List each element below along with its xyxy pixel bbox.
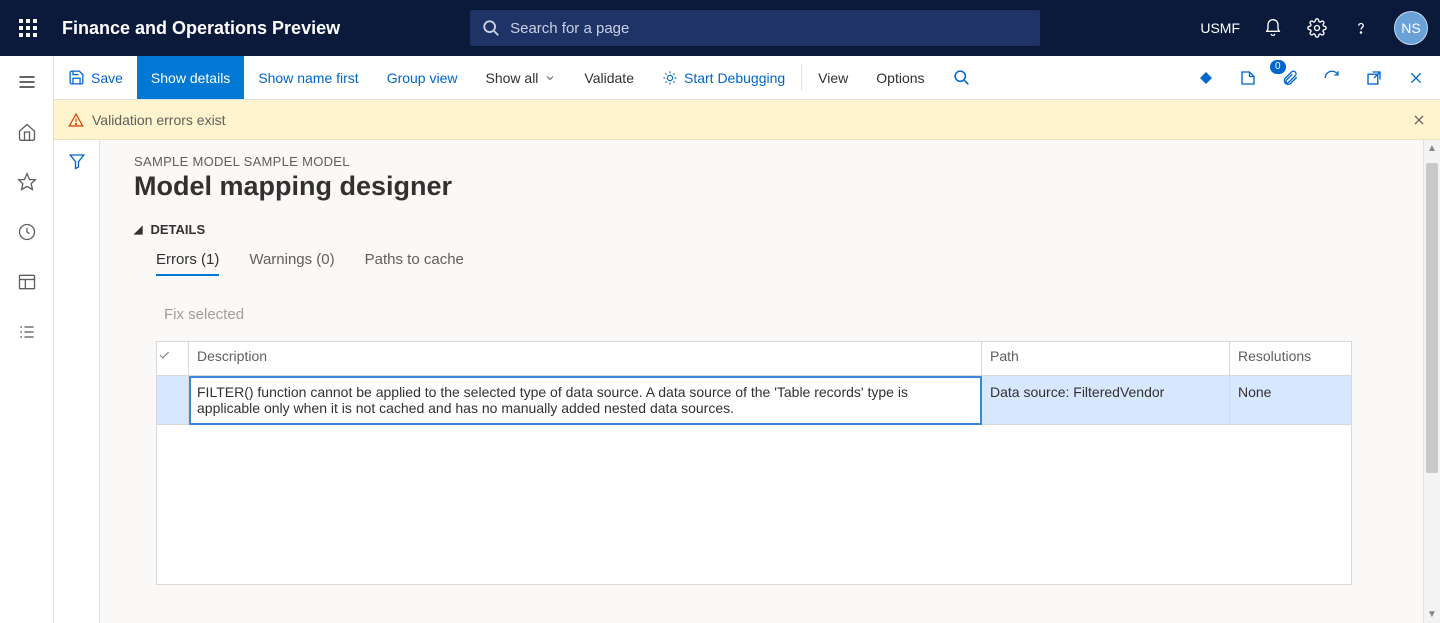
page-title: Model mapping designer — [134, 171, 1440, 202]
grid-header-row: Description Path Resolutions — [157, 342, 1352, 376]
save-icon — [68, 69, 85, 86]
action-toolbar: Save Show details Show name first Group … — [54, 56, 1440, 100]
warning-close-icon[interactable] — [1412, 113, 1426, 127]
view-button[interactable]: View — [804, 56, 862, 99]
rail-favorites-icon[interactable] — [7, 162, 47, 202]
attachments-count: 0 — [1270, 60, 1286, 74]
app-title: Finance and Operations Preview — [62, 18, 340, 39]
show-details-label: Show details — [151, 70, 230, 86]
left-rail — [0, 56, 54, 623]
vertical-scrollbar[interactable]: ▲ ▼ — [1423, 140, 1440, 623]
settings-icon[interactable] — [1306, 17, 1328, 39]
validate-button[interactable]: Validate — [570, 56, 648, 99]
rail-workspaces-icon[interactable] — [7, 262, 47, 302]
app-launcher-icon[interactable] — [12, 12, 44, 44]
filter-icon[interactable] — [68, 152, 86, 623]
warning-icon — [68, 112, 84, 128]
details-label: DETAILS — [150, 222, 205, 237]
find-icon — [953, 69, 970, 86]
tab-warnings[interactable]: Warnings (0) — [249, 251, 334, 276]
show-name-first-button[interactable]: Show name first — [244, 56, 372, 99]
chevron-down-icon — [544, 72, 556, 84]
scroll-track[interactable] — [1424, 157, 1440, 606]
options-button[interactable]: Options — [862, 56, 938, 99]
help-icon[interactable] — [1350, 17, 1372, 39]
warning-message: Validation errors exist — [92, 112, 226, 128]
popout-icon[interactable] — [1360, 64, 1388, 92]
fix-selected-button[interactable]: Fix selected — [164, 306, 244, 323]
breadcrumb: SAMPLE MODEL SAMPLE MODEL — [134, 154, 1440, 169]
close-icon[interactable] — [1402, 64, 1430, 92]
details-toggle[interactable]: ◢ DETAILS — [134, 222, 1440, 237]
page-options-icon[interactable] — [1234, 64, 1262, 92]
rail-modules-icon[interactable] — [7, 312, 47, 352]
rail-home-icon[interactable] — [7, 112, 47, 152]
rail-recent-icon[interactable] — [7, 212, 47, 252]
tab-errors[interactable]: Errors (1) — [156, 251, 219, 276]
rail-hamburger-icon[interactable] — [7, 62, 47, 102]
group-view-button[interactable]: Group view — [373, 56, 472, 99]
company-label[interactable]: USMF — [1200, 20, 1240, 36]
cell-path[interactable]: Data source: FilteredVendor — [982, 376, 1230, 425]
save-label: Save — [91, 70, 123, 86]
start-debugging-button[interactable]: Start Debugging — [648, 56, 799, 99]
find-button[interactable] — [939, 56, 984, 99]
filter-pane-toggle — [54, 140, 100, 623]
toolbar-separator — [801, 64, 802, 91]
col-description[interactable]: Description — [189, 342, 982, 376]
search-icon — [482, 19, 500, 37]
attachments-icon[interactable]: 0 — [1276, 64, 1304, 92]
col-resolutions[interactable]: Resolutions — [1230, 342, 1352, 376]
collapse-icon: ◢ — [134, 223, 142, 236]
validation-warning-bar: Validation errors exist — [54, 100, 1440, 140]
col-path[interactable]: Path — [982, 342, 1230, 376]
select-all-header[interactable] — [157, 342, 189, 376]
show-all-dropdown[interactable]: Show all — [472, 56, 571, 99]
errors-grid: Description Path Resolutions FILTER() fu… — [156, 341, 1352, 585]
show-details-button[interactable]: Show details — [137, 56, 244, 99]
refresh-icon[interactable] — [1318, 64, 1346, 92]
cell-description[interactable]: FILTER() function cannot be applied to t… — [189, 376, 982, 425]
search-input[interactable] — [510, 20, 1028, 37]
scroll-up-icon[interactable]: ▲ — [1427, 140, 1437, 157]
row-selector[interactable] — [157, 376, 189, 425]
notifications-icon[interactable] — [1262, 17, 1284, 39]
grid-row[interactable]: FILTER() function cannot be applied to t… — [157, 376, 1352, 425]
page-body: SAMPLE MODEL SAMPLE MODEL Model mapping … — [100, 140, 1440, 623]
grid-empty-area — [157, 425, 1352, 585]
global-search[interactable] — [470, 10, 1040, 46]
user-avatar[interactable]: NS — [1394, 11, 1428, 45]
details-tabs: Errors (1) Warnings (0) Paths to cache — [134, 251, 1440, 276]
global-header: Finance and Operations Preview USMF NS — [0, 0, 1440, 56]
debug-icon — [662, 70, 678, 86]
save-button[interactable]: Save — [54, 56, 137, 99]
scroll-down-icon[interactable]: ▼ — [1427, 606, 1437, 623]
scroll-thumb[interactable] — [1426, 163, 1438, 473]
personalize-icon[interactable] — [1192, 64, 1220, 92]
tab-paths-to-cache[interactable]: Paths to cache — [365, 251, 464, 276]
cell-resolutions[interactable]: None — [1230, 376, 1352, 425]
